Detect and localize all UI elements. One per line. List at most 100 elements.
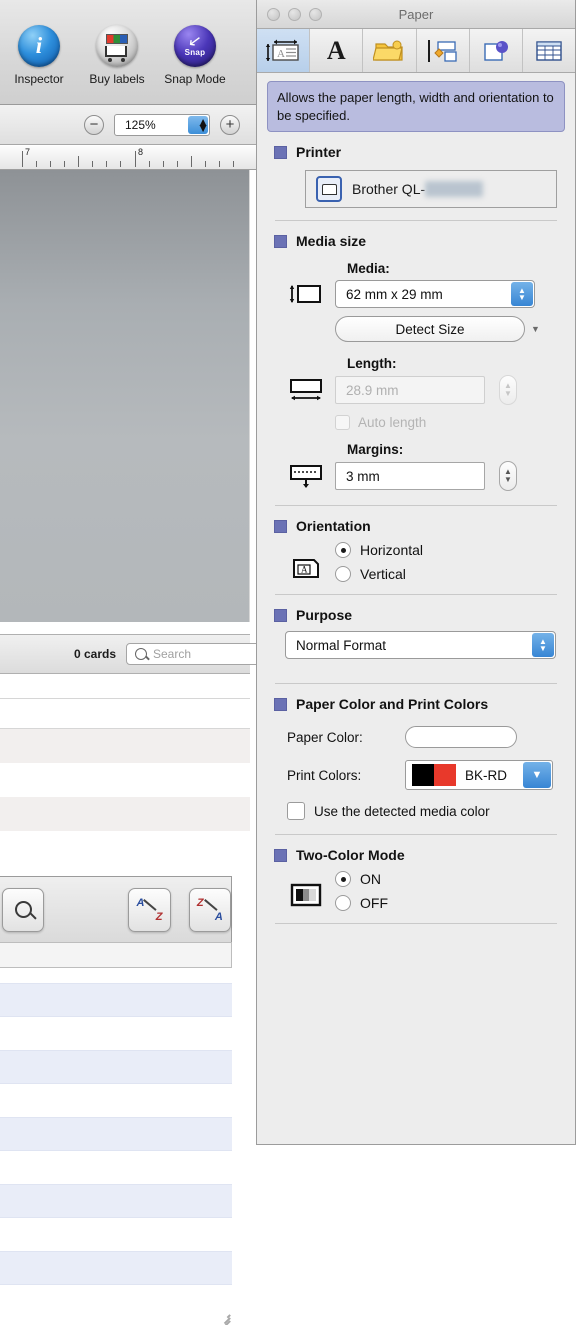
sort-az-icon: AZ	[136, 896, 163, 923]
print-colors-value: BK-RD	[465, 767, 508, 783]
two-color-option-off[interactable]: OFF	[335, 895, 388, 912]
zoom-in-button[interactable]: +	[220, 114, 240, 135]
orientation-label-horizontal: Horizontal	[360, 542, 424, 559]
search-button[interactable]	[2, 887, 45, 932]
search-input[interactable]: Search	[126, 643, 256, 665]
card-list-top[interactable]	[0, 674, 250, 874]
object-tab[interactable]	[470, 29, 523, 72]
section-title-purpose: Purpose	[296, 607, 353, 624]
list-sub-bar	[0, 942, 232, 968]
snap-icon: ↙ Snap	[173, 24, 217, 68]
use-detected-media-color-label: Use the detected media color	[314, 803, 490, 819]
info-icon: i	[17, 24, 61, 68]
length-stepper[interactable]: ▲ ▼	[499, 375, 517, 406]
section-purpose: Purpose Normal Format ▲ ▼	[257, 607, 575, 685]
help-text: Allows the paper length, width and orien…	[267, 81, 565, 133]
layout-icon	[427, 39, 457, 62]
radio-on[interactable]	[335, 871, 351, 888]
two-color-option-on[interactable]: ON	[335, 871, 388, 888]
cards-count-label: 0 cards	[73, 647, 116, 661]
card-list-bottom[interactable]	[0, 975, 232, 1325]
chevron-down-icon[interactable]: ▼	[531, 324, 540, 334]
radio-vertical[interactable]	[335, 566, 351, 583]
section-bullet-icon	[274, 145, 287, 159]
paper-color-swatch[interactable]	[405, 726, 517, 749]
folder-icon	[373, 40, 404, 61]
zoom-stepper[interactable]: ▲ ▼	[188, 115, 209, 134]
print-colors-swatch-icon	[412, 764, 456, 787]
zoom-value: 125%	[125, 117, 156, 132]
object-sphere-icon	[484, 40, 508, 61]
shopping-cart-icon	[95, 24, 139, 68]
divider	[275, 594, 557, 596]
radio-horizontal[interactable]	[335, 542, 351, 559]
orientation-option-horizontal[interactable]: Horizontal	[335, 542, 424, 559]
list-item	[0, 1117, 232, 1151]
auto-length-label: Auto length	[358, 415, 427, 431]
printer-name-redacted: 820NWB	[425, 181, 484, 198]
two-color-label-off: OFF	[360, 895, 388, 912]
label-canvas[interactable]	[0, 170, 250, 622]
sort-descending-button[interactable]: ZA	[188, 887, 231, 932]
print-colors-chevron-icon: ▼	[523, 762, 551, 789]
divider	[275, 505, 557, 507]
section-orientation: Orientation A Horizontal Vertical	[257, 518, 575, 596]
divider	[275, 923, 557, 925]
orientation-label-vertical: Vertical	[360, 566, 406, 583]
ruler-mark-7: 7	[25, 147, 31, 157]
media-label: Media:	[347, 261, 390, 277]
detect-size-button[interactable]: Detect Size	[335, 316, 525, 343]
auto-length-checkbox[interactable]	[335, 415, 350, 431]
margins-stepper[interactable]: ▲ ▼	[499, 461, 517, 492]
section-printer: Printer Brother QL-820NWB	[257, 144, 575, 222]
toolbar-item-inspector[interactable]: i Inspector	[0, 24, 78, 86]
section-header-purpose: Purpose	[257, 607, 575, 623]
two-color-label-on: ON	[360, 871, 381, 888]
zoom-out-button[interactable]: −	[84, 114, 104, 135]
section-header-paper-color: Paper Color and Print Colors	[257, 696, 575, 712]
paper-icon: A	[265, 39, 299, 61]
list-item	[0, 1050, 232, 1084]
margins-input[interactable]: 3 mm	[335, 462, 485, 491]
panel-titlebar[interactable]: Paper	[257, 0, 575, 29]
printer-name: Brother QL-820NWB	[352, 181, 484, 198]
list-item	[0, 1251, 232, 1285]
file-tab[interactable]	[363, 29, 417, 72]
media-size-value: 62 mm x 29 mm	[346, 286, 443, 302]
section-bullet-icon	[274, 697, 287, 711]
section-paper-color: Paper Color and Print Colors Paper Color…	[257, 696, 575, 836]
app-toolbar: i Inspector Buy labels ↙ Snap Snap Mode	[0, 0, 256, 105]
sort-ascending-button[interactable]: AZ	[128, 887, 171, 932]
layout-tab[interactable]	[417, 29, 470, 72]
section-header-media-size: Media size	[257, 233, 575, 249]
media-size-select[interactable]: 62 mm x 29 mm ▲ ▼	[335, 280, 535, 309]
zoom-input[interactable]: 125% ▲ ▼	[114, 113, 210, 136]
section-header-orientation: Orientation	[257, 518, 575, 534]
sort-za-icon: ZA	[196, 896, 223, 923]
length-input[interactable]: 28.9 mm	[335, 376, 485, 405]
paper-color-label: Paper Color:	[287, 729, 363, 745]
zoom-bar: − 125% ▲ ▼ +	[0, 105, 256, 145]
section-title-printer: Printer	[296, 144, 342, 161]
panel-toolbar: A A	[257, 29, 575, 73]
orientation-option-vertical[interactable]: Vertical	[335, 566, 423, 583]
divider	[275, 834, 557, 836]
database-tab[interactable]	[523, 29, 575, 72]
toolbar-item-snap-mode[interactable]: ↙ Snap Snap Mode	[156, 24, 234, 86]
two-color-mode-icon	[277, 871, 335, 907]
magnifier-icon	[14, 901, 32, 918]
list-item	[0, 983, 232, 1017]
toolbar-item-buy-labels[interactable]: Buy labels	[78, 24, 156, 86]
media-size-icon	[277, 283, 335, 305]
text-tab[interactable]: A	[310, 29, 364, 72]
use-detected-media-color-checkbox[interactable]	[287, 802, 305, 821]
purpose-select[interactable]: Normal Format ▲ ▼	[285, 631, 556, 660]
section-two-color-mode: Two-Color Mode ON OFF	[257, 847, 575, 925]
section-header-two-color-mode: Two-Color Mode	[257, 847, 575, 863]
printer-selection[interactable]: Brother QL-820NWB	[305, 170, 557, 209]
paper-tab[interactable]: A	[257, 29, 311, 72]
horizontal-ruler[interactable]: 7 8	[0, 146, 256, 170]
resize-grip[interactable]	[214, 1307, 231, 1325]
radio-off[interactable]	[335, 895, 351, 912]
print-colors-select[interactable]: BK-RD ▼	[405, 760, 553, 791]
